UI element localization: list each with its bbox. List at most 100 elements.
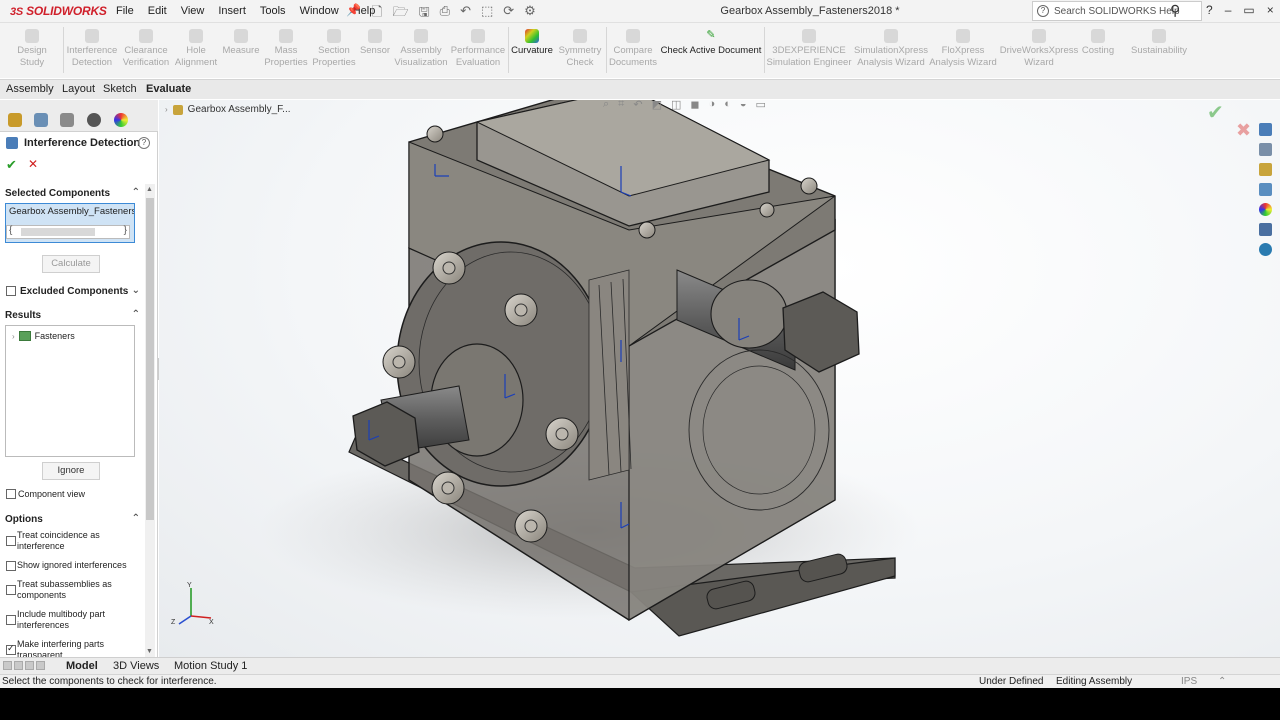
tab-motion-study-1[interactable]: Motion Study 1 [174, 660, 247, 672]
new-document-icon[interactable]: 🗋 [372, 3, 382, 25]
chevron-down-icon[interactable]: ⌄ [132, 285, 140, 296]
cancel-x-icon[interactable]: ✕ [28, 157, 38, 171]
design-study-button[interactable]: Design Study [4, 29, 60, 69]
menu-view[interactable]: View [181, 5, 205, 17]
next-tab-icon[interactable] [25, 661, 34, 670]
dimxpert-tab-icon[interactable] [87, 113, 101, 127]
3dexperience-simulation-button[interactable]: 3DEXPERIENCE Simulation Engineer [764, 29, 854, 69]
scroll-up-icon[interactable]: ▲ [146, 186, 153, 193]
options-gear-icon[interactable]: ⚙ [524, 3, 536, 25]
display-manager-tab-icon[interactable] [114, 113, 128, 127]
simulationxpress-button[interactable]: SimulationXpress Analysis Wizard [854, 29, 928, 69]
zoom-to-fit-icon[interactable]: ⌕ [603, 100, 609, 111]
tab-3d-views[interactable]: 3D Views [113, 660, 159, 672]
previous-view-icon[interactable]: ↶ [633, 100, 642, 111]
check-active-document-button[interactable]: ✎ Check Active Document [660, 29, 762, 57]
hide-show-icon[interactable]: ◑ [709, 100, 716, 111]
expand-arrow-icon[interactable]: › [165, 105, 168, 114]
resources-icon[interactable] [1259, 143, 1272, 156]
print-icon[interactable]: ⎙ [440, 3, 450, 25]
appearance-icon[interactable]: ◐ [724, 100, 731, 111]
include-multibody-checkbox[interactable] [6, 615, 16, 625]
help-button[interactable]: ? [1206, 3, 1213, 17]
options-header[interactable]: Options ⌃ [5, 513, 140, 525]
rebuild-icon[interactable]: ⟳ [503, 3, 514, 25]
costing-button[interactable]: Costing [1078, 29, 1118, 57]
section-view-icon[interactable]: ◩ [652, 100, 662, 111]
file-explorer-icon[interactable] [1259, 183, 1272, 196]
save-icon[interactable]: 🖫 [419, 3, 430, 25]
feature-tree-flyout[interactable]: › Gearbox Assembly_F... [165, 104, 291, 115]
last-tab-icon[interactable] [36, 661, 45, 670]
interference-detection-button[interactable]: Interference Detection [64, 29, 120, 69]
selection-scrollbar[interactable]: { } [6, 225, 130, 239]
undo-icon[interactable]: ↶ [460, 3, 471, 25]
property-manager-tab-icon[interactable] [34, 113, 48, 127]
tab-model[interactable]: Model [66, 660, 98, 672]
ok-check-icon[interactable]: ✔ [6, 157, 17, 173]
assembly-visualization-button[interactable]: Assembly Visualization [392, 29, 450, 69]
menu-edit[interactable]: Edit [148, 5, 167, 17]
prev-tab-icon[interactable] [14, 661, 23, 670]
curvature-button[interactable]: Curvature [510, 29, 554, 57]
driveworksxpress-button[interactable]: DriveWorksXpress Wizard [998, 29, 1080, 69]
pin-menu-icon[interactable]: 📌 [346, 3, 361, 17]
chevron-up-icon[interactable]: ⌃ [132, 187, 140, 198]
results-header[interactable]: Results ⌃ [5, 309, 140, 321]
display-style-icon[interactable]: ◼ [690, 100, 699, 111]
excluded-components-checkbox[interactable] [6, 286, 16, 296]
make-transparent-checkbox[interactable] [6, 643, 16, 655]
graphics-viewport[interactable]: › Gearbox Assembly_F... ⌕ ⌗ ↶ ◩ ◫ ◼ ◑ ◐ … [159, 100, 1280, 657]
chevron-up-icon[interactable]: ⌃ [132, 309, 140, 320]
restore-button[interactable]: ▭ [1243, 3, 1254, 17]
expand-arrow-icon[interactable]: › [12, 332, 15, 341]
hole-alignment-button[interactable]: Hole Alignment [172, 29, 220, 69]
scrollbar-thumb[interactable] [21, 228, 95, 236]
design-library-icon[interactable] [1259, 163, 1272, 176]
tab-layout[interactable]: Layout [62, 83, 95, 95]
scene-icon[interactable]: ◒ [740, 100, 747, 111]
tab-assembly[interactable]: Assembly [6, 83, 54, 95]
appearances-icon[interactable] [1259, 203, 1272, 216]
measure-button[interactable]: Measure [220, 29, 262, 57]
status-options-icon[interactable]: ⌃ [1218, 676, 1226, 687]
view-orientation-icon[interactable]: ◫ [671, 100, 681, 111]
zoom-area-icon[interactable]: ⌗ [618, 100, 624, 111]
clearance-verification-button[interactable]: Clearance Verification [120, 29, 172, 69]
symmetry-check-button[interactable]: Symmetry Check [556, 29, 604, 69]
open-icon[interactable]: 🗁 [392, 3, 408, 25]
calculate-button[interactable]: Calculate [42, 255, 100, 273]
configuration-manager-tab-icon[interactable] [60, 113, 74, 127]
solidworks-forum-icon[interactable] [1259, 243, 1272, 256]
view-settings-icon[interactable]: ▭ [756, 100, 766, 111]
compare-documents-button[interactable]: Compare Documents [606, 29, 660, 69]
scroll-down-icon[interactable]: ▼ [146, 648, 153, 655]
excluded-components-header[interactable]: Excluded Components ⌄ [20, 285, 140, 297]
treat-coincidence-checkbox[interactable] [6, 536, 16, 546]
menu-tools[interactable]: Tools [260, 5, 286, 17]
close-button[interactable]: × [1267, 3, 1274, 17]
solidworks-logo[interactable]: 3S SOLIDWORKS [10, 4, 107, 18]
search-icon[interactable]: ⚲ [1170, 2, 1180, 19]
sustainability-button[interactable]: Sustainability [1124, 29, 1194, 57]
home-icon[interactable] [1259, 123, 1272, 136]
chevron-up-icon[interactable]: ⌃ [132, 513, 140, 524]
select-icon[interactable]: ⬚ [481, 3, 493, 25]
menu-insert[interactable]: Insert [218, 5, 246, 17]
component-view-checkbox[interactable] [6, 489, 16, 499]
show-ignored-checkbox[interactable] [6, 561, 16, 571]
feature-manager-tab-icon[interactable] [8, 113, 22, 127]
menu-file[interactable]: File [116, 5, 134, 17]
tab-evaluate[interactable]: Evaluate [146, 83, 191, 95]
treat-subassemblies-checkbox[interactable] [6, 585, 16, 595]
minimize-button[interactable]: – [1225, 3, 1232, 17]
list-item[interactable]: › Fasteners [12, 331, 75, 341]
panel-scrollbar[interactable]: ▲ ▼ [145, 184, 155, 657]
confirm-cancel-icon[interactable]: ✖ [1236, 120, 1251, 141]
mass-properties-button[interactable]: Mass Properties [262, 29, 310, 69]
section-properties-button[interactable]: Section Properties [310, 29, 358, 69]
ignore-button[interactable]: Ignore [42, 462, 100, 480]
scrollbar-thumb[interactable] [146, 198, 154, 520]
sensor-button[interactable]: Sensor [358, 29, 392, 57]
confirm-ok-icon[interactable]: ✔ [1207, 100, 1224, 125]
